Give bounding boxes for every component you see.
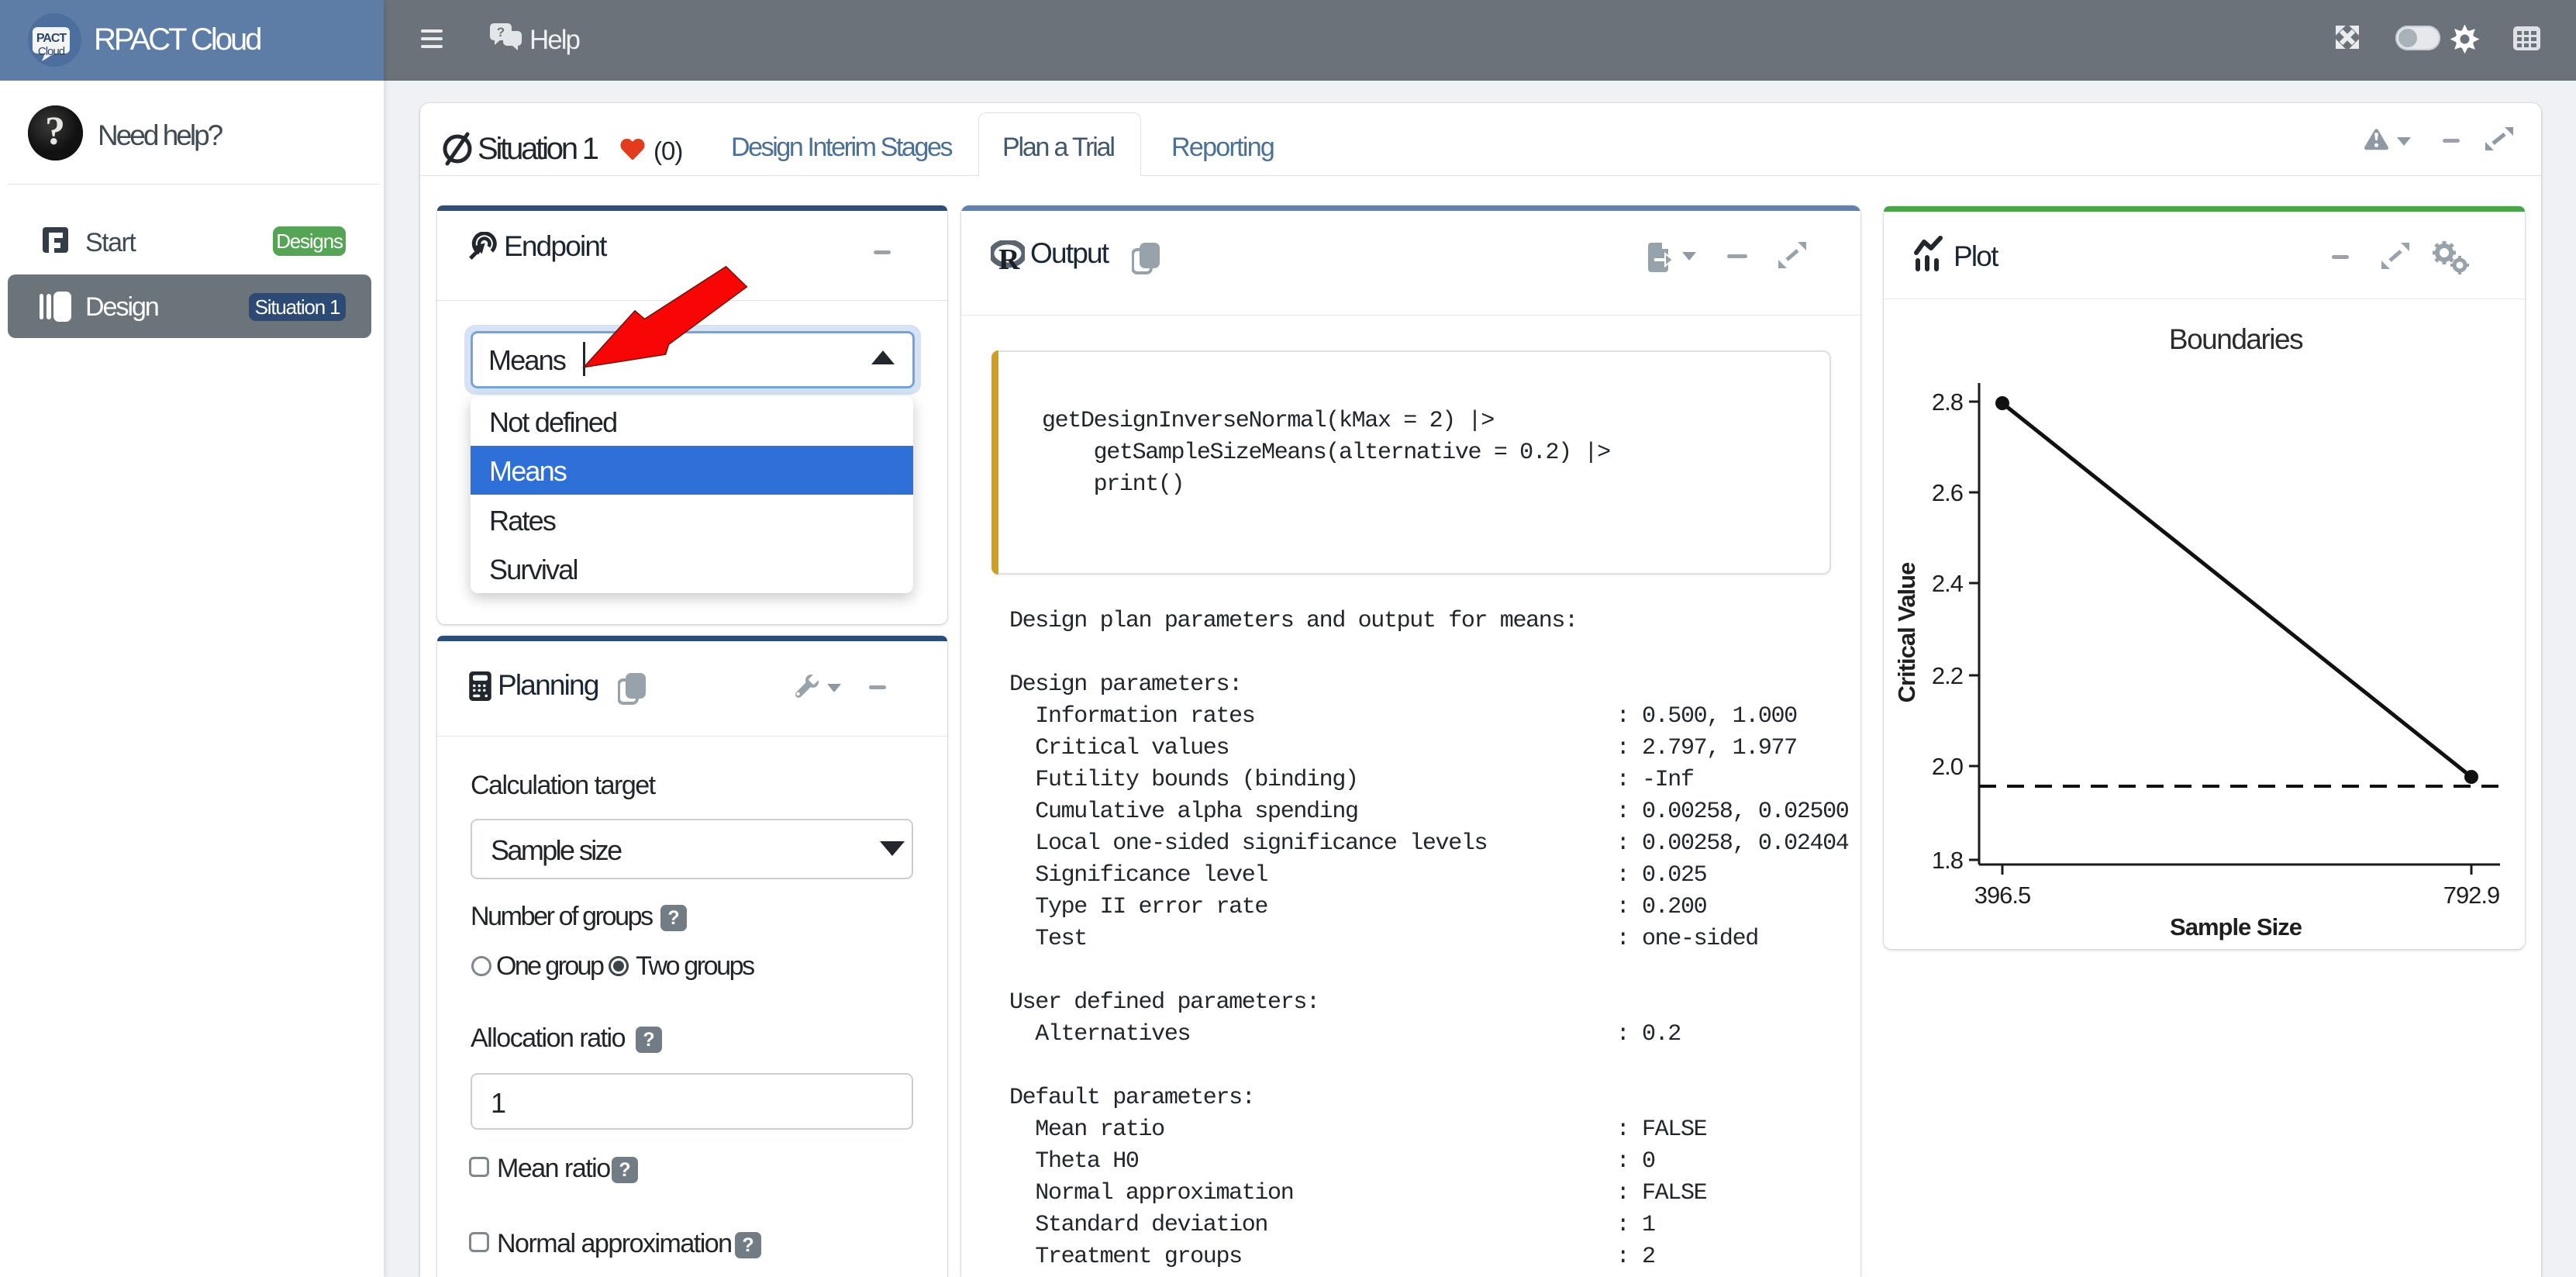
svg-text:Critical Value: Critical Value [1893,562,1920,702]
svg-text:1.8: 1.8 [1932,847,1963,874]
svg-text:2.6: 2.6 [1932,479,1963,506]
svg-text:Boundaries: Boundaries [2169,323,2303,355]
svg-text:2.8: 2.8 [1932,388,1963,416]
svg-text:Sample Size: Sample Size [2170,913,2302,940]
svg-text:2.4: 2.4 [1932,570,1964,597]
svg-text:396.5: 396.5 [1974,882,2031,909]
svg-text:R: R [998,243,1020,271]
svg-text:792.9: 792.9 [2443,882,2500,909]
svg-text:?: ? [45,109,65,154]
svg-text:PACT: PACT [36,32,67,45]
svg-text:Cloud: Cloud [38,45,65,58]
svg-text:2.0: 2.0 [1932,753,1964,780]
svg-text:2.2: 2.2 [1932,662,1963,689]
